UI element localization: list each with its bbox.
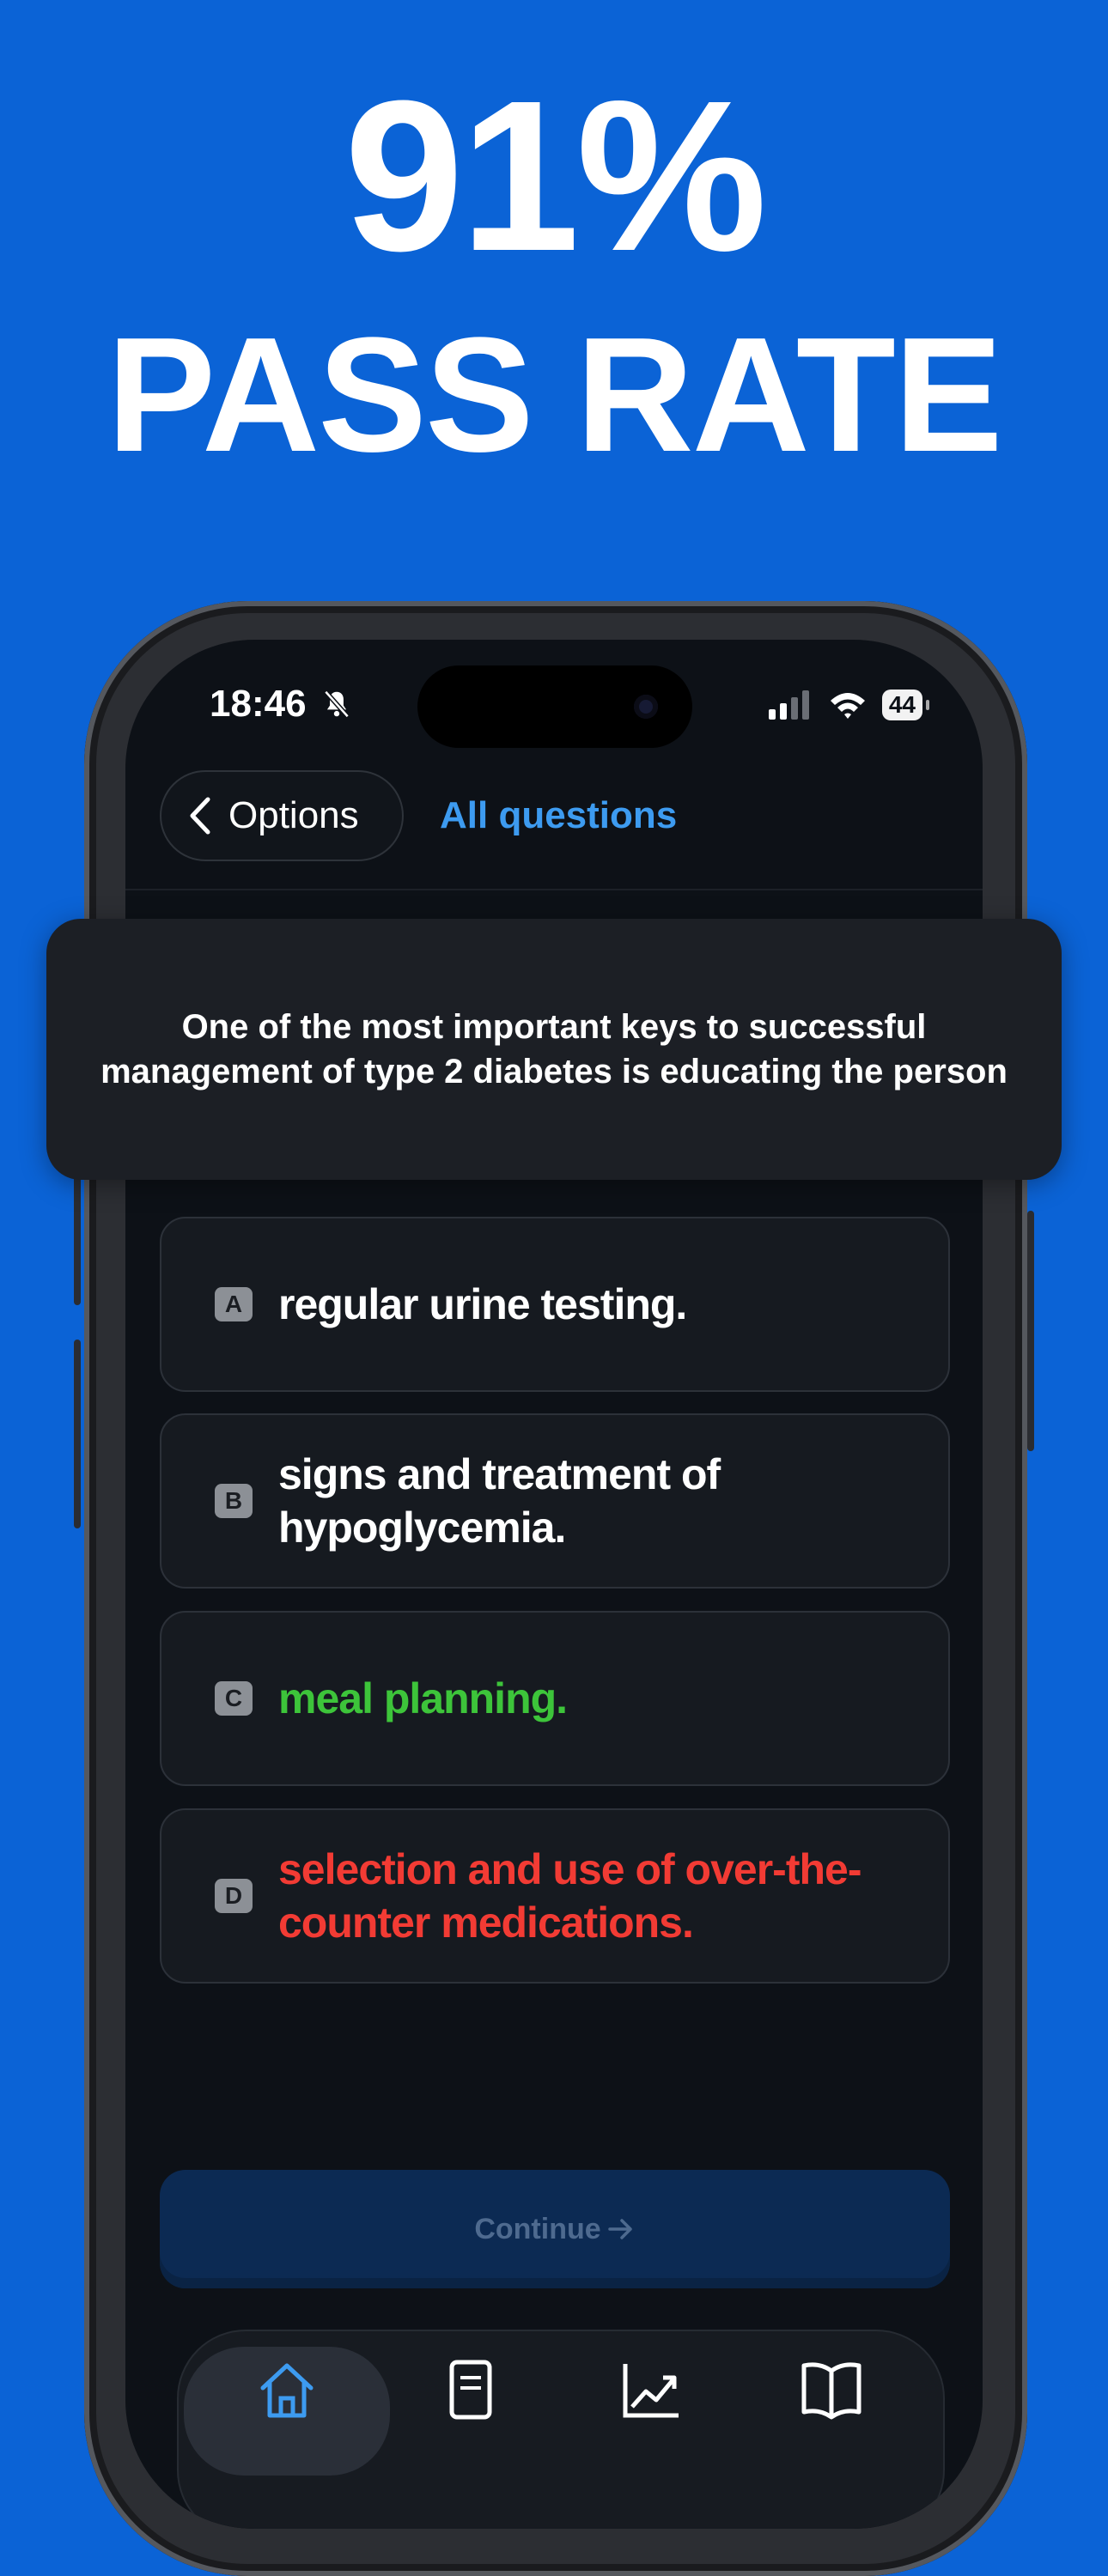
tab-bar: [177, 2330, 945, 2529]
chevron-left-icon: [190, 797, 210, 835]
all-questions-link[interactable]: All questions: [440, 794, 677, 837]
option-letter-badge: A: [215, 1287, 253, 1321]
home-icon: [260, 2363, 314, 2418]
headline-pass-rate: PASS RATE: [107, 304, 1002, 486]
question-card: One of the most important keys to succes…: [46, 919, 1062, 1180]
option-text: regular urine testing.: [278, 1280, 687, 1328]
book-icon: [801, 2362, 861, 2420]
headline-percentage: 91%: [344, 56, 767, 295]
status-bar-indicators: 44: [768, 690, 930, 720]
options-back-button[interactable]: Options: [160, 770, 404, 861]
option-letter-badge: D: [215, 1879, 253, 1913]
answer-option-d[interactable]: D selection and use of over-the-counter …: [160, 1808, 950, 1984]
camera-icon: [634, 695, 658, 719]
answer-option-a[interactable]: A regular urine testing.: [160, 1217, 950, 1392]
tab-home[interactable]: [184, 2347, 390, 2476]
option-letter-badge: B: [215, 1484, 253, 1518]
tab-library[interactable]: [728, 2347, 934, 2476]
status-time-text: 18:46: [210, 683, 307, 725]
answer-option-b[interactable]: B signs and treatment of hypoglycemia.: [160, 1413, 950, 1589]
option-text: signs and treatment of hypoglycemia.: [278, 1450, 721, 1552]
option-text-incorrect: selection and use of over-the-counter me…: [278, 1845, 861, 1947]
option-letter-badge: C: [215, 1681, 253, 1716]
phone-volume-button: [74, 1340, 81, 1528]
stats-chart-icon: [623, 2364, 679, 2418]
phone-power-button: [1027, 1211, 1034, 1451]
tab-documents[interactable]: [368, 2347, 574, 2476]
back-button-label: Options: [228, 794, 359, 836]
status-bar-time: 18:46: [210, 683, 353, 726]
option-text-correct: meal planning.: [278, 1674, 568, 1722]
arrow-right-icon: [607, 2219, 632, 2239]
dynamic-island: [417, 665, 692, 748]
nav-divider: [125, 889, 983, 890]
document-icon: [449, 2360, 492, 2420]
answer-option-c[interactable]: C meal planning.: [160, 1611, 950, 1786]
battery-indicator: 44: [881, 690, 930, 720]
tab-stats[interactable]: [548, 2347, 754, 2476]
bell-muted-icon: [324, 690, 350, 719]
continue-button[interactable]: Continue: [160, 2170, 950, 2288]
continue-button-label: Continue: [474, 2212, 601, 2245]
wifi-icon: [830, 693, 865, 719]
cellular-signal-icon: [768, 690, 809, 720]
question-text: One of the most important keys to succes…: [100, 1008, 1008, 1091]
